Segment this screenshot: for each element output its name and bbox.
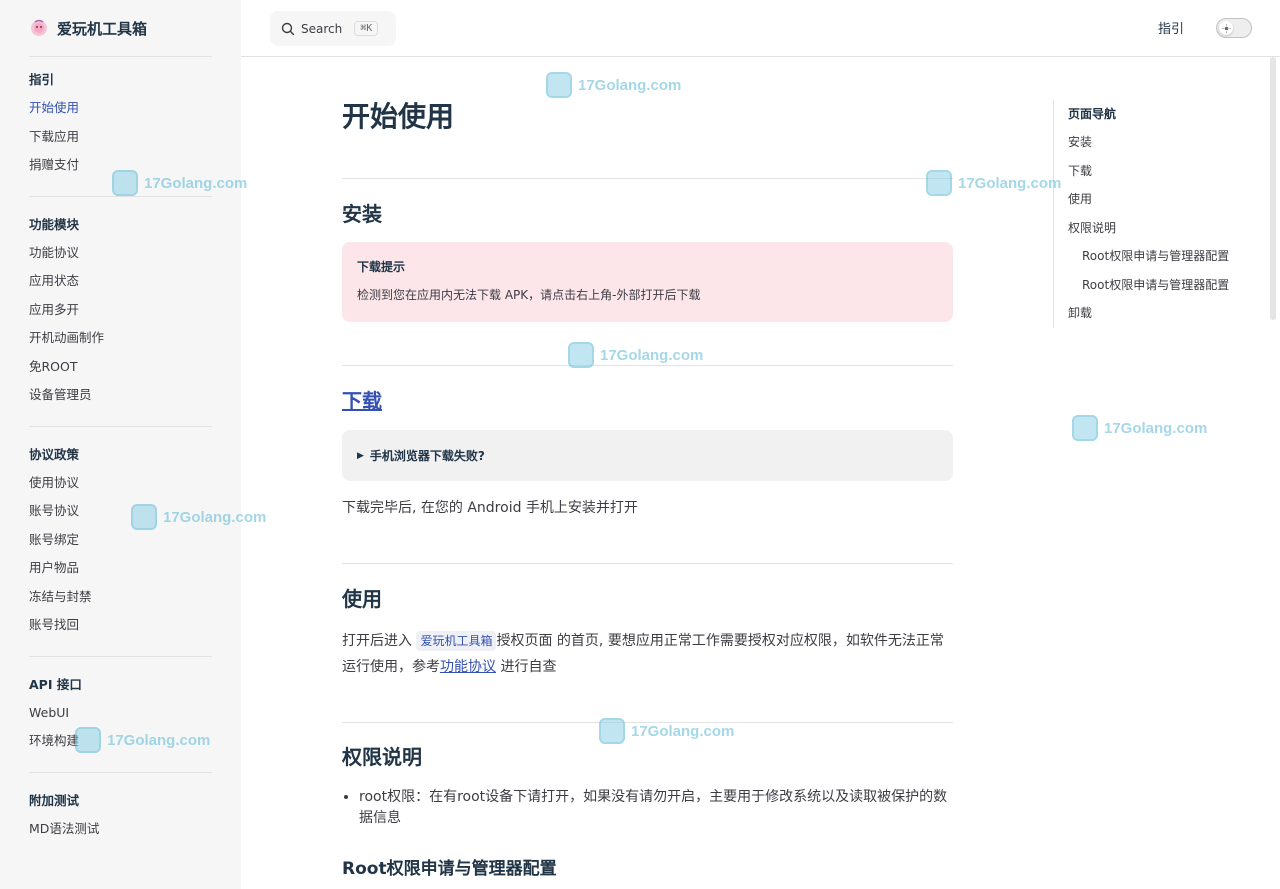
sidebar-item-device-admin[interactable]: 设备管理员 [29, 381, 212, 410]
sidebar-group-title: 协议政策 [29, 446, 80, 462]
brand-logo-icon [31, 19, 47, 36]
usage-paragraph: 打开后进入 爱玩机工具箱 授权页面 的首页, 要想应用正常工作需要授权对应权限，如… [342, 628, 957, 680]
sidebar-divider [29, 56, 212, 57]
section-divider [342, 563, 953, 564]
sidebar-item-account-agreement[interactable]: 账号协议 [29, 497, 212, 526]
brand-link[interactable]: 爱玩机工具箱 [29, 16, 147, 40]
search-button[interactable]: Search ⌘K [270, 11, 396, 46]
watermark: 17Golang.com [926, 170, 1061, 196]
download-tip-box: 下载提示 检测到您在应用内无法下载 APK，请点击右上角-外部打开后下载 [342, 242, 953, 322]
watermark-logo-icon [1072, 415, 1098, 441]
watermark-text: 17Golang.com [600, 346, 704, 364]
sidebar: 爱玩机工具箱 指引 开始使用 下载应用 捐赠支付 功能模块 功能协议 应用状态 … [0, 0, 241, 889]
tip-title: 下载提示 [357, 260, 406, 274]
sidebar-item-app-status[interactable]: 应用状态 [29, 267, 212, 296]
list-item: root权限：在有root设备下请打开，如果没有请勿开启，主要用于修改系统以及读… [359, 787, 959, 829]
sidebar-item-account-recovery[interactable]: 账号找回 [29, 611, 212, 640]
search-label: Search [301, 21, 343, 36]
sidebar-item-account-binding[interactable]: 账号绑定 [29, 526, 212, 555]
section-divider [342, 722, 953, 723]
outline-item-download[interactable]: 下载 [1068, 157, 1253, 186]
sidebar-item-webui[interactable]: WebUI [29, 699, 212, 728]
sidebar-group-title: 功能模块 [29, 216, 80, 232]
download-after-text: 下载完毕后, 在您的 Android 手机上安装并打开 [342, 500, 638, 516]
sidebar-item-app-clone[interactable]: 应用多开 [29, 296, 212, 325]
sidebar-item-md-test[interactable]: MD语法测试 [29, 815, 212, 844]
search-icon [281, 22, 295, 35]
tip-text: 检测到您在应用内无法下载 APK，请点击右上角-外部打开后下载 [357, 288, 701, 302]
watermark: 17Golang.com [546, 72, 681, 98]
sidebar-group-guide: 指引 开始使用 下载应用 捐赠支付 [29, 66, 212, 196]
heading-permissions: 权限说明 [342, 745, 422, 769]
sidebar-item-donate[interactable]: 捐赠支付 [29, 151, 212, 180]
permissions-list: root权限：在有root设备下请打开，如果没有请勿开启，主要用于修改系统以及读… [359, 787, 959, 829]
sidebar-item-boot-animation[interactable]: 开机动画制作 [29, 324, 212, 353]
app-name-chip: 爱玩机工具箱 [416, 631, 497, 651]
sidebar-item-usage-agreement[interactable]: 使用协议 [29, 469, 212, 498]
nav-link-guide[interactable]: 指引 [1158, 18, 1184, 37]
page-title: 开始使用 [342, 100, 455, 133]
outline-item-permissions[interactable]: 权限说明 [1068, 214, 1253, 243]
heading-install: 安装 [342, 202, 382, 226]
sidebar-group-modules: 功能模块 功能协议 应用状态 应用多开 开机动画制作 免ROOT 设备管理员 [29, 195, 212, 426]
outline-item-install[interactable]: 安装 [1068, 128, 1253, 157]
watermark-text: 17Golang.com [958, 174, 1062, 192]
sidebar-item-env-build[interactable]: 环境构建 [29, 727, 212, 756]
sidebar-item-feature-protocol[interactable]: 功能协议 [29, 239, 212, 268]
sidebar-group-extra-tests: 附加测试 MD语法测试 [29, 771, 212, 860]
sidebar-group-title: 指引 [29, 72, 55, 87]
sidebar-nav: 指引 开始使用 下载应用 捐赠支付 功能模块 功能协议 应用状态 应用多开 开机… [29, 66, 212, 859]
outline-item-root-config[interactable]: Root权限申请与管理器配置 [1068, 242, 1253, 271]
sidebar-item-no-root[interactable]: 免ROOT [29, 353, 212, 382]
page-scrollbar[interactable] [1270, 57, 1276, 320]
feature-protocol-link[interactable]: 功能协议 [440, 659, 496, 675]
sidebar-item-user-items[interactable]: 用户物品 [29, 554, 212, 583]
watermark-text: 17Golang.com [631, 722, 735, 740]
outline-item-usage[interactable]: 使用 [1068, 185, 1253, 214]
heading-root-config: Root权限申请与管理器配置 [342, 859, 557, 879]
sidebar-group-policies: 协议政策 使用协议 账号协议 账号绑定 用户物品 冻结与封禁 账号找回 [29, 425, 212, 656]
page-outline: 页面导航 安装 下载 使用 权限说明 Root权限申请与管理器配置 Root权限… [1053, 100, 1253, 328]
watermark-logo-icon [546, 72, 572, 98]
sidebar-group-title: API 接口 [29, 676, 82, 692]
top-bar: Search ⌘K 指引 [241, 0, 1280, 57]
outline-title: 页面导航 [1068, 107, 1117, 121]
section-divider [342, 365, 953, 366]
sidebar-item-freeze-ban[interactable]: 冻结与封禁 [29, 583, 212, 612]
heading-usage: 使用 [342, 587, 382, 611]
outline-item-uninstall[interactable]: 卸载 [1068, 299, 1253, 328]
search-shortcut-key: ⌘K [354, 21, 379, 36]
watermark-logo-icon [926, 170, 952, 196]
sun-icon [1219, 21, 1233, 35]
sidebar-group-title: 附加测试 [29, 792, 80, 808]
brand-name: 爱玩机工具箱 [57, 19, 148, 38]
heading-download-link[interactable]: 下载 [342, 387, 382, 415]
section-divider [342, 178, 953, 179]
theme-toggle[interactable] [1216, 18, 1252, 38]
usage-text-3: 进行自查 [496, 659, 557, 675]
sidebar-item-download-app[interactable]: 下载应用 [29, 123, 212, 152]
watermark-text: 17Golang.com [578, 76, 682, 94]
watermark: 17Golang.com [1072, 415, 1207, 441]
usage-text-1: 打开后进入 [342, 633, 412, 649]
triangle-right-icon: ▶ [357, 450, 364, 461]
details-download-failure[interactable]: ▶ 手机浏览器下载失败? [342, 430, 953, 481]
sidebar-group-api: API 接口 WebUI 环境构建 [29, 655, 212, 772]
sidebar-item-getting-started[interactable]: 开始使用 [29, 94, 212, 123]
details-summary: 手机浏览器下载失败? [369, 449, 485, 463]
outline-item-root-config[interactable]: Root权限申请与管理器配置 [1068, 271, 1253, 300]
watermark-text: 17Golang.com [1104, 419, 1208, 437]
